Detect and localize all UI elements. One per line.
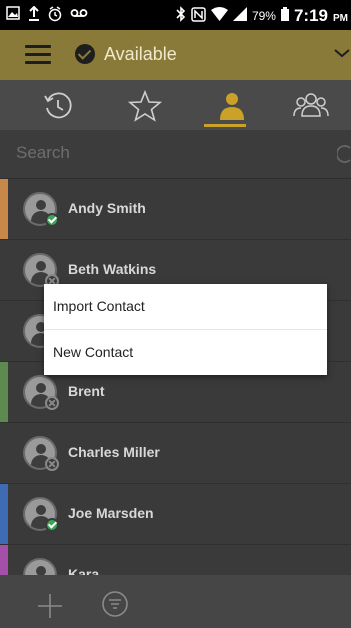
- tab-contacts[interactable]: [188, 80, 275, 130]
- filter-icon[interactable]: [101, 590, 129, 618]
- alarm-notification-icon: [48, 6, 62, 26]
- contact-name: Charles Miller: [68, 444, 160, 460]
- voicemail-notification-icon: [70, 6, 88, 26]
- status-bar: 79% 7:19 PM: [0, 0, 351, 30]
- contact-color-stripe: [0, 362, 8, 422]
- clock-time: 7:19: [293, 6, 328, 25]
- add-contact-popup-menu: Import Contact New Contact: [44, 284, 327, 375]
- tab-favorites[interactable]: [101, 80, 188, 130]
- contact-row[interactable]: Charles Miller: [0, 423, 351, 484]
- chevron-down-icon[interactable]: [333, 44, 351, 62]
- contact-row[interactable]: Joe Marsden: [0, 484, 351, 545]
- online-status-icon: [45, 213, 59, 227]
- star-icon: [128, 90, 162, 122]
- contact-name: Joe Marsden: [68, 505, 154, 521]
- tab-recent[interactable]: [15, 80, 102, 130]
- status-bar-left: [6, 5, 88, 26]
- battery-percent: 79%: [251, 9, 276, 23]
- search-input[interactable]: Search: [16, 143, 70, 163]
- app-screen: 79% 7:19 PM Available Search Andy Smith …: [0, 0, 351, 628]
- upload-notification-icon: [28, 5, 40, 26]
- group-icon: [293, 93, 329, 117]
- search-icon[interactable]: [337, 144, 351, 164]
- nfc-icon: [191, 6, 206, 26]
- import-contact-menu-item[interactable]: Import Contact: [44, 284, 327, 329]
- add-icon[interactable]: [37, 593, 63, 619]
- history-icon: [44, 92, 72, 119]
- battery-icon: [280, 7, 289, 25]
- offline-status-icon: [45, 457, 59, 471]
- presence-check-icon: [75, 44, 95, 64]
- person-icon: [220, 93, 244, 120]
- presence-status-label[interactable]: Available: [104, 44, 177, 65]
- wifi-icon: [210, 7, 228, 25]
- hamburger-menu-icon[interactable]: [25, 45, 51, 65]
- contact-row[interactable]: Andy Smith: [0, 179, 351, 240]
- clock-ampm: PM: [333, 12, 348, 24]
- new-contact-menu-item[interactable]: New Contact: [44, 330, 327, 375]
- app-header: Available: [0, 30, 351, 80]
- bluetooth-icon: [176, 6, 186, 26]
- contact-name: Beth Watkins: [68, 261, 157, 277]
- search-bar[interactable]: Search: [0, 130, 351, 179]
- offline-status-icon: [45, 396, 59, 410]
- cell-signal-icon: [232, 7, 247, 25]
- contact-color-stripe: [0, 179, 8, 239]
- navigation-tabs: [0, 80, 351, 130]
- image-notification-icon: [6, 6, 20, 26]
- contact-color-stripe: [0, 484, 8, 544]
- menu-item-label: Import Contact: [53, 298, 145, 314]
- contact-name: Andy Smith: [68, 200, 146, 216]
- online-status-icon: [45, 518, 59, 532]
- status-bar-right: 79% 7:19 PM: [176, 6, 348, 26]
- selected-tab-indicator: [204, 124, 246, 127]
- menu-item-label: New Contact: [53, 344, 134, 360]
- contact-name: Brent: [68, 383, 105, 399]
- tab-groups[interactable]: [264, 80, 351, 130]
